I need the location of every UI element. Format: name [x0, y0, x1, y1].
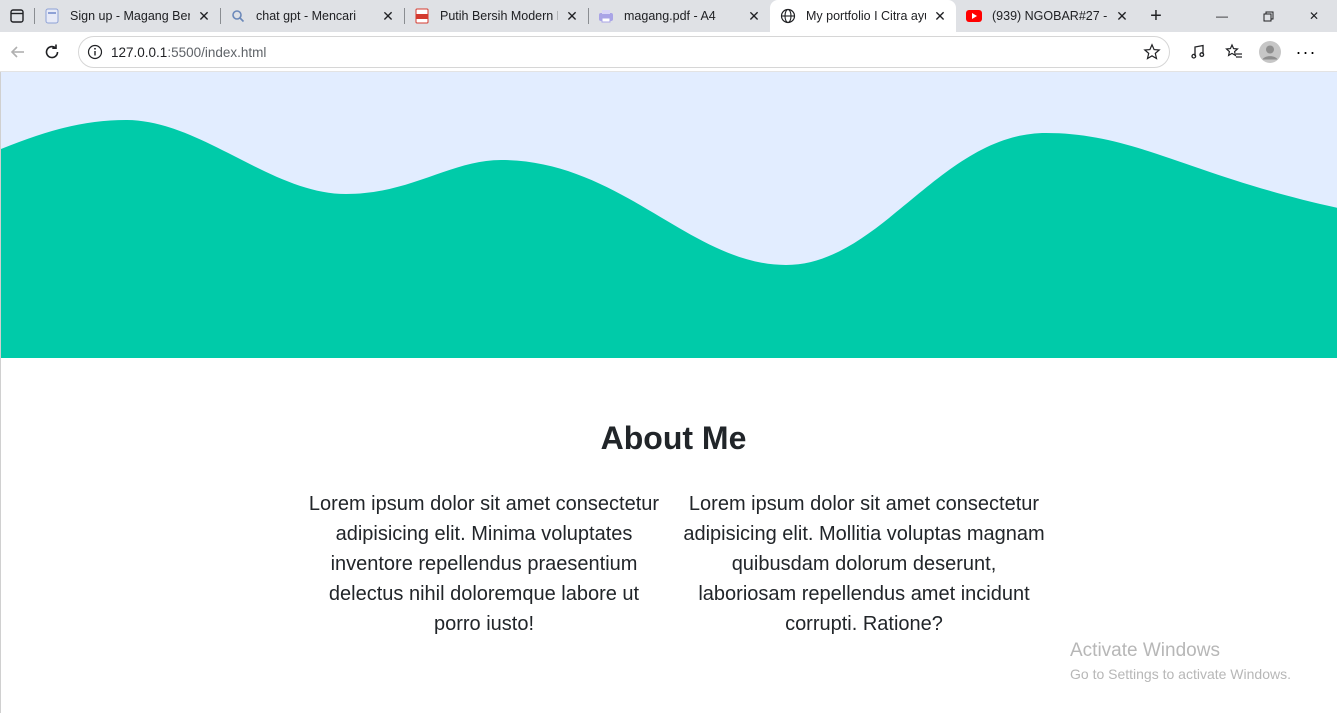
- restore-button[interactable]: [1245, 0, 1291, 32]
- read-aloud-button[interactable]: [1180, 35, 1216, 69]
- tab-pdf[interactable]: Putih Bersih Modern Pe ✕: [404, 0, 588, 32]
- minimize-button[interactable]: —: [1199, 0, 1245, 32]
- url-host: 127.0.0.1: [111, 44, 168, 60]
- site-info-icon[interactable]: [87, 44, 103, 60]
- back-arrow-icon: [10, 45, 24, 58]
- tab-title: magang.pdf - A4: [624, 9, 716, 23]
- tab-portfolio[interactable]: My portfolio I Citra ayu ✕: [770, 0, 956, 32]
- refresh-button[interactable]: [35, 35, 69, 69]
- refresh-icon: [45, 44, 59, 58]
- close-window-button[interactable]: ✕: [1291, 0, 1337, 32]
- tab-actions-button[interactable]: [0, 0, 34, 32]
- youtube-favicon-icon: [966, 8, 982, 24]
- minimize-icon: —: [1216, 9, 1228, 23]
- about-title: About Me: [600, 420, 747, 456]
- close-tab-icon[interactable]: ✕: [380, 8, 396, 24]
- watermark-title: Activate Windows: [1070, 640, 1220, 661]
- url-path: :5500/index.html: [167, 44, 267, 60]
- pdf-favicon-icon: [414, 8, 430, 24]
- browser-toolbar: 127.0.0.1:5500/index.html ···: [0, 32, 1337, 72]
- tab-youtube[interactable]: (939) NGOBAR#27 - M ✕: [956, 0, 1138, 32]
- page-viewport: About Me Lorem ipsum dolor sit amet cons…: [0, 72, 1337, 713]
- tab-title: Sign up - Magang Berd: [70, 9, 190, 23]
- close-tab-icon[interactable]: ✕: [1114, 8, 1130, 24]
- close-icon: ✕: [1308, 9, 1320, 23]
- hero-wave: [1, 72, 1337, 358]
- plus-icon: +: [1150, 4, 1162, 27]
- tab-title: My portfolio I Citra ayu: [806, 9, 926, 23]
- tab-signup[interactable]: Sign up - Magang Berd ✕: [34, 0, 220, 32]
- restore-icon: [1263, 11, 1273, 21]
- windows-activation-watermark: Activate Windows Go to Settings to activ…: [1070, 640, 1291, 682]
- tab-title: Putih Bersih Modern Pe: [440, 9, 558, 23]
- document-favicon-icon: [44, 8, 60, 24]
- close-tab-icon[interactable]: ✕: [564, 8, 580, 24]
- tab-strip: Sign up - Magang Berd ✕ chat gpt - Menca…: [0, 0, 1337, 32]
- url-text: 127.0.0.1:5500/index.html: [111, 45, 266, 60]
- about-paragraph-left: Lorem ipsum dolor sit amet consectetur a…: [308, 493, 660, 635]
- about-paragraph-right: Lorem ipsum dolor sit amet consectetur a…: [683, 493, 1045, 635]
- close-tab-icon[interactable]: ✕: [746, 8, 762, 24]
- search-favicon-icon: [230, 8, 246, 24]
- close-tab-icon[interactable]: ✕: [932, 8, 948, 24]
- tab-search[interactable]: chat gpt - Mencari ✕: [220, 0, 404, 32]
- tab-magang-pdf[interactable]: magang.pdf - A4 ✕: [588, 0, 770, 32]
- tab-actions-icon: [10, 9, 24, 23]
- tab-title: (939) NGOBAR#27 - M: [992, 9, 1108, 23]
- music-note-icon: [1191, 44, 1205, 59]
- profile-button[interactable]: [1252, 35, 1288, 69]
- toolbar-actions: ···: [1180, 35, 1324, 69]
- more-dots-icon: ···: [1295, 41, 1317, 62]
- tab-title: chat gpt - Mencari: [256, 9, 357, 23]
- more-menu-button[interactable]: ···: [1288, 35, 1324, 69]
- globe-favicon-icon: [780, 8, 796, 24]
- print-favicon-icon: [598, 8, 614, 24]
- back-button[interactable]: [1, 35, 35, 69]
- favorite-star-icon[interactable]: [1143, 43, 1161, 61]
- avatar-icon: [1259, 41, 1281, 63]
- watermark-subtitle: Go to Settings to activate Windows.: [1070, 666, 1291, 682]
- window-controls: — ✕: [1199, 0, 1337, 32]
- favorites-list-icon: [1225, 43, 1242, 58]
- new-tab-button[interactable]: +: [1138, 0, 1174, 32]
- address-bar[interactable]: 127.0.0.1:5500/index.html: [78, 36, 1170, 68]
- close-tab-icon[interactable]: ✕: [196, 8, 212, 24]
- favorites-button[interactable]: [1216, 35, 1252, 69]
